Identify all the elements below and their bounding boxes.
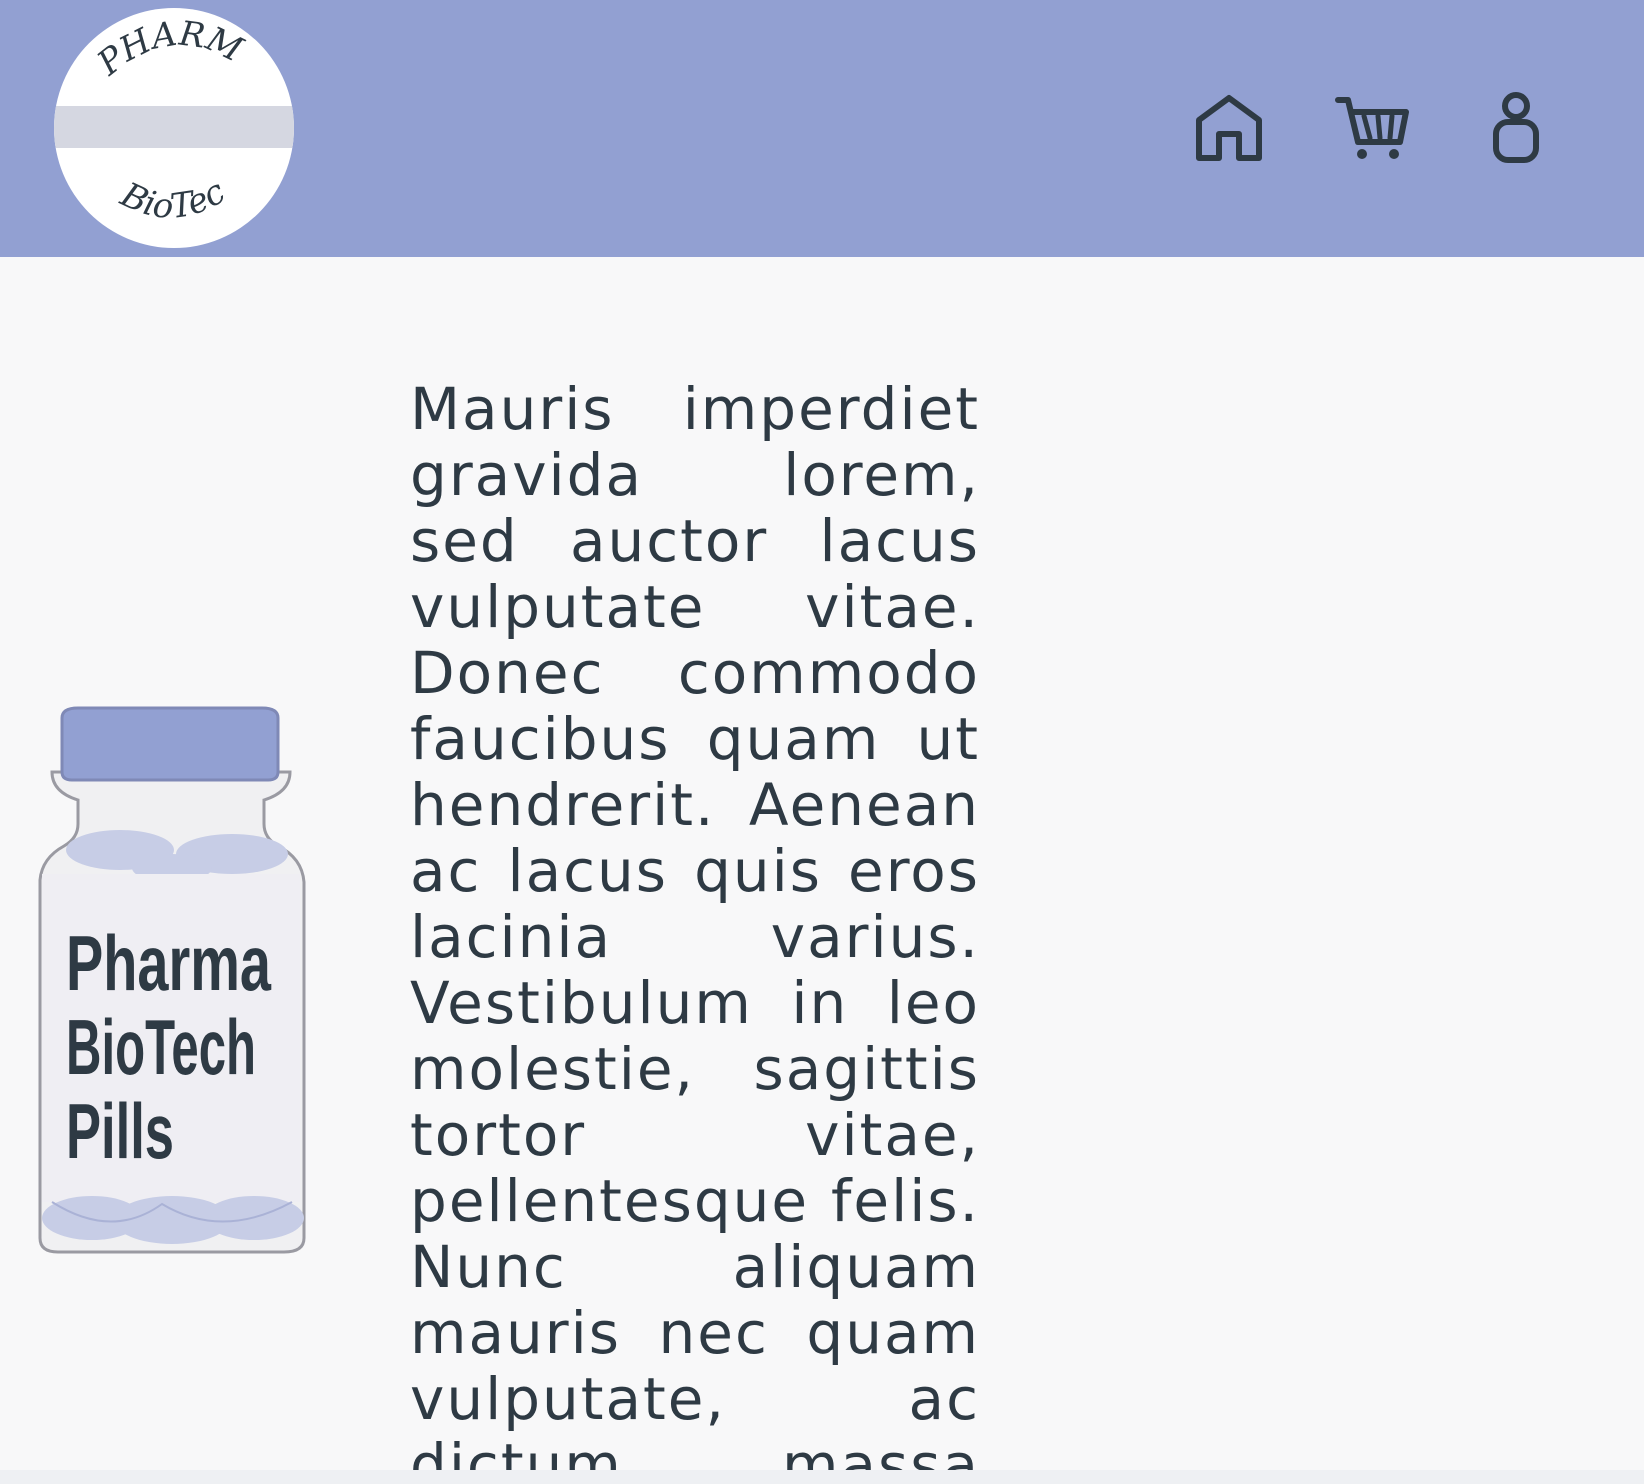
brand-logo[interactable]: PHARMA BioTech [54,8,294,248]
bottle-label-line-3: Pills [66,1087,174,1175]
bottom-divider [0,1470,1644,1484]
user-icon[interactable] [1478,90,1554,166]
bottle-label-line-1: Pharma [66,919,271,1007]
pill-bottle-image: Pharma BioTech Pills [38,706,306,1254]
product-description: Mauris imperdiet gravida lorem, sed auct… [410,375,980,1484]
cart-icon[interactable] [1334,90,1410,166]
home-icon[interactable] [1191,90,1267,166]
bottle-label-line-2: BioTech [66,1003,256,1091]
site-header: PHARMA BioTech [0,0,1644,257]
